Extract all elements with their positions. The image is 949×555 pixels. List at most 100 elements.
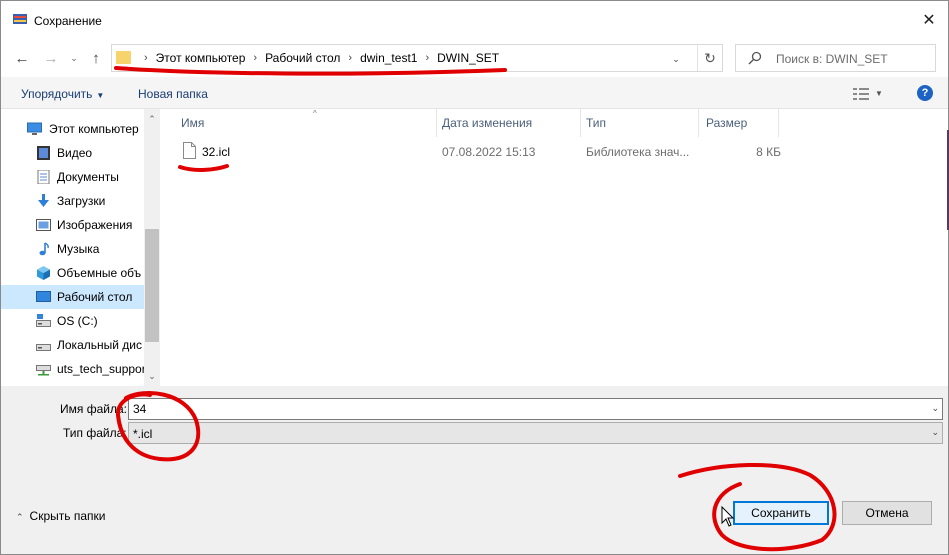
chevron-down-icon: ⌄ (931, 427, 939, 437)
breadcrumb-item-this-pc[interactable]: Этот компьютер (156, 51, 246, 65)
pictures-icon (36, 219, 51, 231)
recent-locations-button[interactable]: ⌄ (64, 48, 84, 68)
caret-down-icon: ▼ (875, 88, 883, 98)
command-toolbar: Упорядочить ▼ Новая папка ▼ ? (1, 77, 948, 109)
filename-combobox[interactable]: ⌄ (128, 398, 943, 420)
breadcrumb-separator[interactable]: › (348, 52, 352, 64)
help-button[interactable]: ? (917, 85, 933, 101)
column-header-label: Дата изменения (442, 116, 533, 130)
column-header-label: Размер (706, 116, 748, 130)
navigation-pane: Этот компьютер Видео Документы Загрузки … (1, 109, 145, 386)
breadcrumb-separator[interactable]: › (425, 52, 429, 64)
mouse-cursor-icon (721, 506, 735, 527)
sidebar-item-os-c[interactable]: OS (C:) (1, 309, 145, 333)
breadcrumb-separator: › (144, 52, 148, 64)
refresh-button[interactable]: ↻ (697, 45, 722, 71)
breadcrumb-item-desktop[interactable]: Рабочий стол (265, 51, 340, 65)
drive-icon (36, 344, 51, 351)
breadcrumb-item-dwin-set[interactable]: DWIN_SET (437, 51, 499, 65)
up-button[interactable]: ↑ (86, 48, 106, 68)
column-header-name[interactable]: Имя ^ (173, 109, 442, 137)
drive-icon (36, 314, 51, 327)
scrollbar-thumb[interactable] (145, 229, 159, 342)
filename-field[interactable] (133, 402, 913, 416)
chevron-down-icon: ⌄ (672, 53, 680, 64)
file-name: 32.icl (202, 145, 231, 159)
file-date: 07.08.2022 15:13 (442, 145, 536, 159)
sidebar-item-3d-objects[interactable]: Объемные объ (1, 261, 145, 285)
window-title: Сохранение (34, 14, 102, 28)
desktop-icon (36, 291, 51, 302)
sidebar-item-this-pc[interactable]: Этот компьютер (1, 117, 145, 141)
scroll-up-button[interactable]: ⌃ (144, 111, 160, 127)
organize-button[interactable]: Упорядочить ▼ (21, 87, 104, 101)
cancel-button[interactable]: Отмена (842, 501, 932, 525)
save-button[interactable]: Сохранить (733, 501, 829, 525)
search-icon (748, 51, 762, 65)
details-view-icon (853, 87, 869, 100)
refresh-icon: ↻ (704, 49, 716, 66)
column-header-label: Имя (181, 116, 205, 130)
sidebar-item-music[interactable]: Музыка (1, 237, 145, 261)
sidebar-item-desktop[interactable]: Рабочий стол (1, 285, 145, 309)
close-button[interactable]: ✕ (910, 1, 948, 39)
browser-content: Этот компьютер Видео Документы Загрузки … (1, 109, 948, 386)
up-arrow-icon: ↑ (92, 49, 100, 67)
title-bar: Сохранение ✕ (1, 1, 948, 39)
breadcrumb-item-dwin-test1[interactable]: dwin_test1 (360, 51, 417, 65)
network-drive-icon (36, 365, 51, 376)
sidebar-item-label: Музыка (57, 242, 100, 256)
downloads-icon (38, 194, 49, 207)
column-header-label: Тип (586, 116, 607, 130)
file-list: Имя ^ Дата изменения Тип Размер 32.icl 0… (161, 109, 948, 386)
column-header-size[interactable]: Размер (698, 109, 778, 137)
filetype-value: *.icl (133, 427, 153, 441)
sidebar-item-label: Видео (57, 146, 93, 160)
sidebar-item-documents[interactable]: Документы (1, 165, 145, 189)
dialog-footer: ⌃ Скрыть папки Сохранить Отмена (1, 458, 948, 554)
sidebar-item-label: Локальный дис (57, 338, 142, 352)
sidebar-item-label: Изображения (57, 218, 133, 232)
sidebar-item-network-share[interactable]: uts_tech_suppor (1, 357, 145, 381)
breadcrumb-separator[interactable]: › (253, 52, 257, 64)
3d-objects-icon (37, 266, 50, 280)
file-size: 8 КБ (756, 145, 781, 159)
documents-icon (37, 170, 50, 184)
search-input[interactable]: Поиск в: DWIN_SET (776, 52, 888, 66)
table-row[interactable]: 32.icl 07.08.2022 15:13 Библиотека знач.… (173, 140, 793, 164)
sidebar-item-video[interactable]: Видео (1, 141, 145, 165)
scroll-down-button[interactable]: ⌄ (144, 368, 160, 384)
back-arrow-icon: ← (14, 49, 30, 67)
folder-icon (116, 51, 131, 64)
chevron-down-icon[interactable]: ⌄ (931, 403, 939, 414)
hide-folders-button[interactable]: ⌃ Скрыть папки (16, 509, 105, 523)
close-icon: ✕ (922, 12, 936, 29)
hide-folders-label: Скрыть папки (29, 509, 106, 523)
sidebar-item-label: OS (C:) (57, 314, 98, 328)
chevron-down-icon: ⌄ (70, 52, 78, 63)
navigation-bar: ← → ⌄ ↑ › Этот компьютер › Рабочий стол … (1, 39, 948, 77)
new-folder-button[interactable]: Новая папка (138, 87, 208, 101)
music-icon (39, 242, 49, 256)
search-box[interactable]: Поиск в: DWIN_SET (735, 44, 936, 72)
filetype-select[interactable]: *.icl ⌄ (128, 422, 943, 444)
address-bar[interactable]: › Этот компьютер › Рабочий стол › dwin_t… (111, 44, 723, 72)
sidebar-item-label: Рабочий стол (57, 290, 133, 304)
column-header-date[interactable]: Дата изменения (434, 109, 579, 137)
back-button[interactable]: ← (12, 48, 32, 68)
view-options-button[interactable]: ▼ (853, 85, 889, 101)
sidebar-item-local-disk[interactable]: Локальный дис (1, 333, 145, 357)
sidebar-item-downloads[interactable]: Загрузки (1, 189, 145, 213)
save-dialog: Сохранение ✕ ← → ⌄ ↑ › Этот компьютер › … (0, 0, 949, 555)
column-divider[interactable] (778, 109, 779, 137)
organize-label: Упорядочить (21, 87, 93, 101)
address-dropdown-button[interactable]: ⌄ (669, 52, 683, 66)
file-icon (183, 142, 196, 159)
column-header-type[interactable]: Тип (578, 109, 698, 137)
sidebar-item-pictures[interactable]: Изображения (1, 213, 145, 237)
app-icon (13, 14, 27, 24)
sidebar-scrollbar[interactable]: ⌃ ⌄ (144, 109, 160, 386)
breadcrumb: › Этот компьютер › Рабочий стол › dwin_t… (136, 45, 499, 71)
forward-button[interactable]: → (41, 48, 61, 68)
caret-down-icon: ▼ (96, 91, 105, 100)
